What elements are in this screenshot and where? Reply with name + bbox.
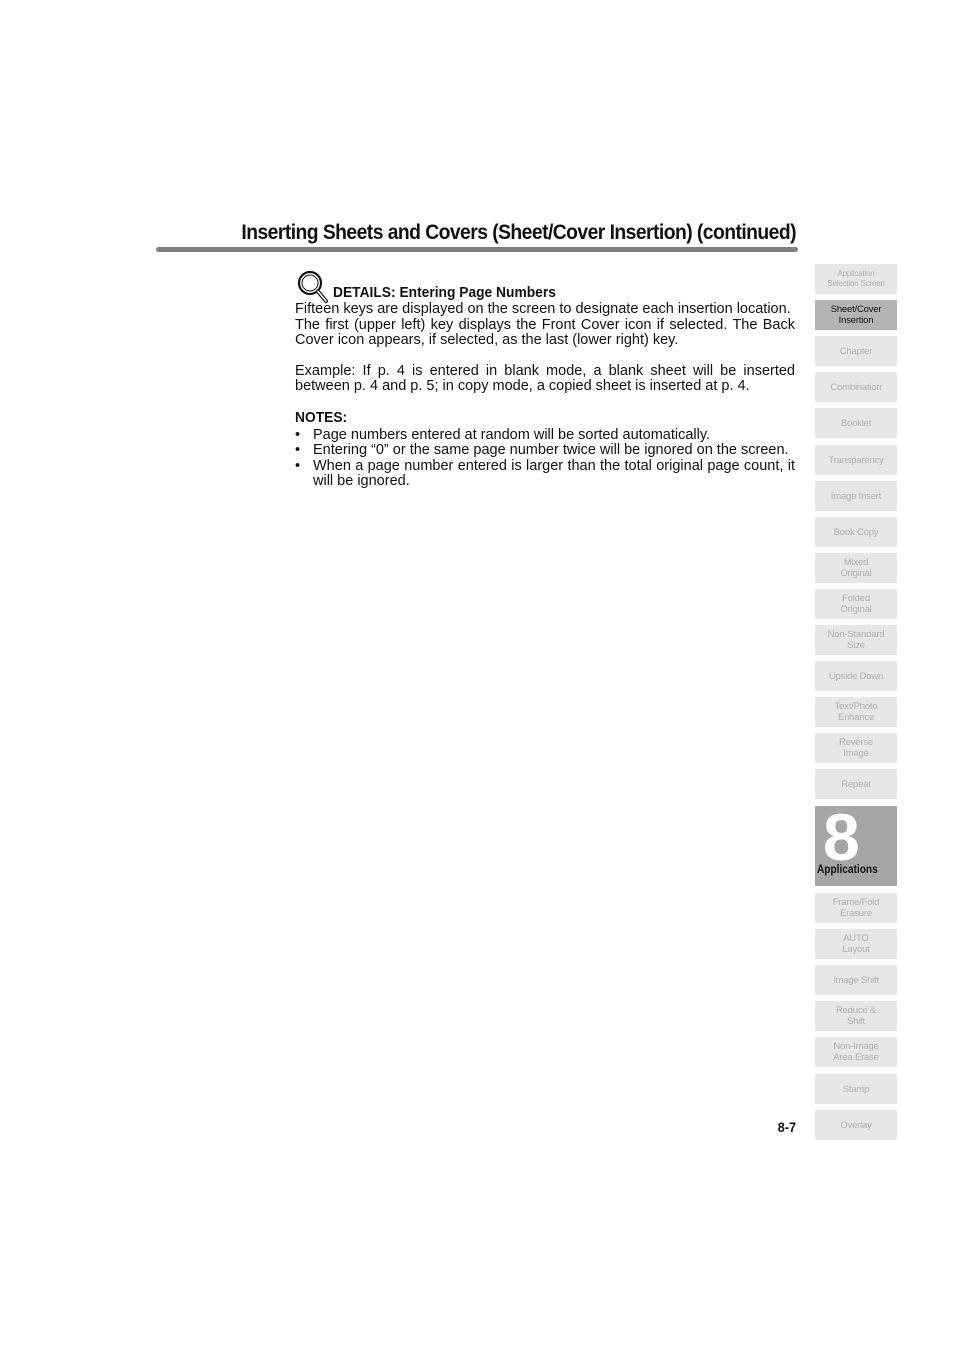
sidebar-tab-repeat[interactable]: Repeat	[815, 769, 897, 799]
bullet-icon: •	[295, 457, 301, 474]
sidebar-tab-overlay[interactable]: Overlay	[815, 1110, 897, 1140]
sidebar-tab-auto-layout[interactable]: AUTO Layout	[815, 929, 897, 959]
sidebar-tab-application-selection-screen[interactable]: Application Selection Screen	[815, 264, 897, 294]
notes-list: • Page numbers entered at random will be …	[295, 426, 795, 490]
notes-title: NOTES:	[295, 408, 348, 426]
details-paragraph: The first (upper left) key displays the …	[295, 316, 795, 348]
sidebar-tab-image-shift[interactable]: Image Shift	[815, 965, 897, 995]
sidebar-tab-transparency[interactable]: Transparency	[815, 445, 897, 475]
sidebar-tab-reverse-image[interactable]: Reverse Image	[815, 733, 897, 763]
sidebar-tab-non-image-area-erase[interactable]: Non-Image Area Erase	[815, 1037, 897, 1067]
sidebar-tab-combination[interactable]: Combination	[815, 372, 897, 402]
sidebar-tab-image-insert[interactable]: Image Insert	[815, 481, 897, 511]
details-title: DETAILS: Entering Page Numbers	[333, 284, 556, 301]
sidebar-tab-text-photo-enhance[interactable]: Text/Photo Enhance	[815, 697, 897, 727]
bullet-icon: •	[295, 442, 301, 458]
sidebar-tab-sheet-cover-insertion[interactable]: Sheet/Cover Insertion	[815, 300, 897, 330]
bullet-icon: •	[295, 426, 301, 443]
example-paragraph: Example: If p. 4 is entered in blank mod…	[295, 362, 795, 394]
sidebar-tab-book-copy[interactable]: Book Copy	[815, 517, 897, 547]
chapter-number: 8	[823, 800, 860, 874]
magnifier-icon	[297, 270, 328, 303]
sidebar-tab-non-standard-size[interactable]: Non-Standard Size	[815, 625, 897, 655]
note-item: • Entering “0” or the same page number tw…	[295, 442, 789, 458]
sidebar-tab-reduce-shift[interactable]: Reduce & Shift	[815, 1001, 897, 1031]
chapter-label: Applications	[817, 864, 878, 876]
note-item: • Page numbers entered at random will be …	[295, 426, 711, 443]
sidebar-tab-stamp[interactable]: Stamp	[815, 1074, 897, 1104]
page-title: Inserting Sheets and Covers (Sheet/Cover…	[241, 221, 797, 244]
sidebar-tab-booklet[interactable]: Booklet	[815, 408, 897, 438]
title-underline	[156, 247, 798, 252]
chapter-tab[interactable]: 8 Applications	[815, 802, 897, 886]
sidebar-tab-frame-fold-erasure[interactable]: Frame/Fold Erasure	[815, 893, 897, 923]
sidebar-tab-folded-original[interactable]: Folded Original	[815, 589, 897, 619]
sidebar-tab-upside-down[interactable]: Upside Down	[815, 661, 897, 691]
page-number: 8-7	[777, 1119, 796, 1135]
note-item: • When a page number entered is larger th…	[295, 457, 795, 489]
details-heading: DETAILS: Entering Page Numbers	[295, 270, 795, 303]
details-paragraph: Fifteen keys are displayed on the screen…	[295, 301, 791, 317]
main-content: DETAILS: Entering Page Numbers Fifteen k…	[295, 270, 795, 490]
sidebar-tab-chapter[interactable]: Chapter	[815, 336, 897, 366]
sidebar-tab-mixed-original[interactable]: Mixed Original	[815, 553, 897, 583]
